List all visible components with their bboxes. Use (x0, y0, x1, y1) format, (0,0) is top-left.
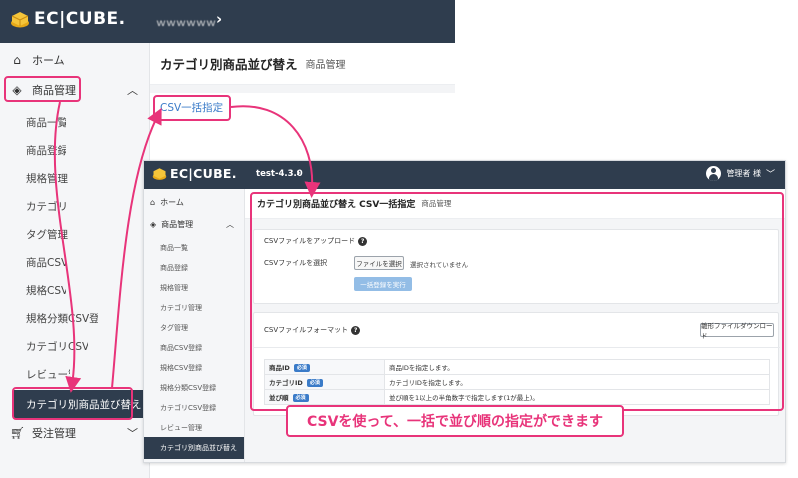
highlight-category-sort-menu (12, 387, 133, 420)
sidebar-sub-item[interactable]: カテゴリ管理 (26, 199, 66, 214)
sidebar-sub-item[interactable]: 商品一覧 (160, 243, 188, 253)
sidebar-sub-item[interactable]: 商品一覧 (26, 115, 66, 130)
cube-logo-icon (152, 168, 167, 180)
home-icon: ⌂ (13, 53, 21, 67)
sidebar-sub-item[interactable]: タグ管理 (26, 227, 68, 242)
sidebar-item-home[interactable]: ⌂ ホーム (0, 45, 150, 75)
user-menu[interactable]: 管理者 様 ﹀ (706, 166, 775, 181)
logo-text: EC|CUBE. (170, 166, 237, 181)
sidebar-sub-item[interactable]: レビュー管理 (160, 423, 202, 433)
chevron-up-icon: ︿ (127, 84, 138, 97)
sidebar-sub-item[interactable]: カテゴリ管理 (160, 303, 202, 313)
callout-caption: CSVを使って、一括で並び順の指定ができます (286, 405, 624, 437)
sidebar-sub-item[interactable]: タグ管理 (160, 323, 188, 333)
sidebar-sub-item[interactable]: 商品CSV登録 (160, 343, 202, 353)
eccube-logo[interactable]: EC|CUBE. (10, 9, 126, 29)
content-strip (150, 85, 455, 93)
cart-icon: 🛒︎ (10, 426, 26, 440)
outer-page-header: カテゴリ別商品並び替え 商品管理 (150, 43, 455, 85)
sidebar-sub-item[interactable]: 規格分類CSV登録 (26, 311, 98, 326)
sidebar-sub-item[interactable]: 規格分類CSV登録 (160, 383, 216, 393)
outer-header: EC|CUBE. ｗｗｗｗｗｗ › (0, 0, 455, 43)
sidebar-sub-item[interactable]: カテゴリCSV登録 (26, 339, 88, 354)
highlight-products-menu (4, 76, 81, 102)
highlight-csv-link (153, 95, 231, 121)
highlight-inner-content (250, 192, 784, 411)
shop-name[interactable]: ｗｗｗｗｗｗ (156, 14, 216, 29)
sidebar-item-home[interactable]: ⌂ ホーム (150, 197, 184, 208)
sidebar-sub-item[interactable]: 商品登録 (160, 263, 188, 273)
page-title: カテゴリ別商品並び替え (160, 57, 298, 72)
sidebar-sub-item[interactable]: カテゴリCSV登録 (160, 403, 216, 413)
user-avatar-icon (706, 166, 722, 181)
sidebar-sub-item[interactable]: 規格管理 (26, 171, 68, 186)
sidebar-sub-item[interactable]: 規格管理 (160, 283, 188, 293)
sidebar-item-label: ホーム (32, 54, 65, 67)
sidebar-sub-item[interactable]: 商品登録 (26, 143, 66, 158)
sidebar-sub-item[interactable]: 規格CSV登録 (26, 283, 66, 298)
page-subtitle: 商品管理 (305, 60, 346, 71)
cube-logo-icon (11, 12, 29, 28)
sidebar-item-label: 受注管理 (32, 427, 76, 440)
sidebar-item-label: 商品管理 (161, 220, 194, 229)
chevron-right-icon[interactable]: › (216, 10, 222, 28)
chevron-down-icon: ﹀ (765, 170, 775, 180)
sidebar-sub-item[interactable]: 商品CSV登録 (26, 255, 66, 270)
user-label: 管理者 様 (726, 169, 761, 178)
inner-header: EC|CUBE. test-4.3.0 › 管理者 様 ﹀ (144, 161, 785, 189)
sidebar-item-orders[interactable]: 🛒︎ 受注管理 ﹀ (0, 418, 150, 448)
sidebar-item-category-sort[interactable]: カテゴリ別商品並び替え (144, 437, 244, 459)
cube-icon: ◈ (150, 220, 157, 229)
sidebar-sub-item[interactable]: 規格CSV登録 (160, 363, 202, 373)
chevron-down-icon: ﹀ (127, 427, 138, 440)
chevron-right-icon[interactable]: › (296, 166, 301, 179)
eccube-logo[interactable]: EC|CUBE. (152, 166, 237, 181)
home-icon: ⌂ (150, 198, 156, 207)
sidebar-sub-item[interactable]: レビュー管理 (26, 367, 70, 382)
chevron-up-icon: ︿ (226, 220, 234, 229)
sidebar-item-label: ホーム (160, 198, 184, 207)
sidebar-item-products[interactable]: ◈ 商品管理 ︿ (150, 219, 240, 230)
inner-sidebar: ⌂ ホーム ◈ 商品管理 ︿ 商品一覧 商品登録 規格管理 カテゴリ管理 タグ管… (144, 189, 245, 462)
logo-text: EC|CUBE. (34, 9, 126, 29)
